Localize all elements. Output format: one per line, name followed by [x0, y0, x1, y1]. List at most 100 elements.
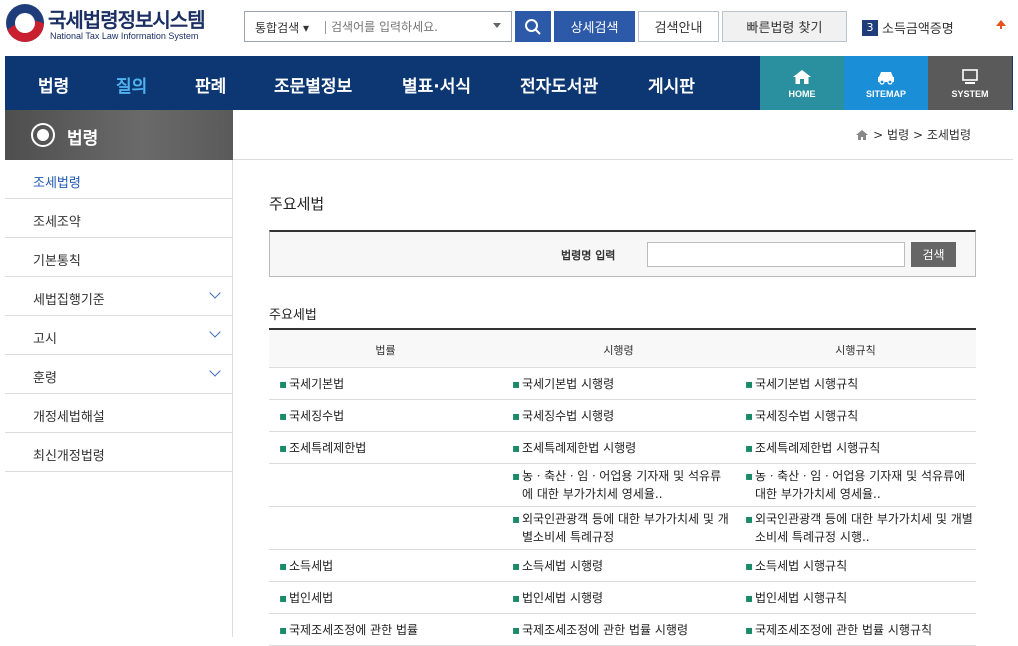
sidebar-item-tax-law[interactable]: 조세법령	[5, 160, 233, 199]
search-guide-button[interactable]: 검색안내	[638, 11, 719, 42]
law-link-label: 국세기본법 시행령	[522, 377, 615, 391]
law-link-decree[interactable]: ▪ 외국인관광객 등에 대한 부가가치세 및 개별소비세 특례규정	[512, 510, 732, 546]
law-link-law[interactable]: ▪ 국세기본법	[279, 375, 494, 393]
quick-law-button[interactable]: 빠른법령 찾기	[722, 11, 847, 42]
law-link-decree[interactable]: ▪ 농ㆍ축산ㆍ임ㆍ어업용 기자재 및 석유류에 대한 부가가치세 영세율..	[512, 467, 732, 503]
popular-keyword[interactable]: 3 소득금액증명	[862, 17, 954, 37]
sidebar-item-label: 조세조약	[33, 215, 81, 230]
breadcrumb-law[interactable]: 법령	[887, 128, 909, 142]
nav-article-info[interactable]: 조문별정보	[274, 72, 352, 97]
bullet-icon: ▪	[279, 559, 288, 573]
search-button[interactable]	[515, 11, 551, 42]
home-label: HOME	[788, 89, 816, 99]
table-row: ▪ 국세징수법 ▪ 국세징수법 시행령 ▪ 국세징수법 시행규칙	[269, 400, 976, 432]
bullet-icon: ▪	[745, 377, 754, 391]
law-link-label: 국제조세조정에 관한 법률	[289, 623, 419, 637]
law-link-rule[interactable]: ▪ 국세기본법 시행규칙	[745, 375, 973, 393]
law-link-rule[interactable]: ▪ 농ㆍ축산ㆍ임ㆍ어업용 기자재 및 석유류에 대한 부가가치세 영세율..	[745, 467, 973, 503]
chevron-down-icon[interactable]	[493, 23, 501, 28]
bullet-icon: ▪	[512, 591, 521, 605]
law-link-decree[interactable]: ▪ 소득세법 시행령	[512, 557, 732, 575]
sidebar-item-label: 훈령	[33, 371, 57, 386]
law-link-label: 국세기본법	[289, 377, 345, 391]
detail-search-button[interactable]: 상세검색	[554, 11, 635, 42]
nav-law[interactable]: 법령	[38, 72, 69, 97]
law-link-law[interactable]: ▪ 조세특례제한법	[279, 439, 494, 457]
rank-number-badge: 3	[862, 19, 878, 36]
law-link-rule[interactable]: ▪ 소득세법 시행규칙	[745, 557, 973, 575]
nav-appendix-forms[interactable]: 별표·서식	[402, 72, 471, 97]
law-link-law[interactable]: ▪ 국세징수법	[279, 407, 494, 425]
law-link-rule[interactable]: ▪ 외국인관광객 등에 대한 부가가치세 및 개별소비세 특례규정 시행..	[745, 510, 973, 546]
system-label: SYSTEM	[951, 89, 989, 99]
law-link-label: 국세징수법	[289, 409, 345, 423]
rank-keyword: 소득금액증명	[882, 22, 954, 37]
bullet-icon: ▪	[745, 512, 754, 526]
table-row: ▪ 국세기본법 ▪ 국세기본법 시행령 ▪ 국세기본법 시행규칙	[269, 368, 976, 400]
bullet-icon: ▪	[279, 623, 288, 637]
bullet-icon: ▪	[512, 441, 521, 455]
search-type-select[interactable]: 통합검색 ▾	[255, 19, 309, 36]
sidebar-item-enforcement-standard[interactable]: 세법집행기준	[5, 277, 233, 316]
sidebar-item-tax-treaty[interactable]: 조세조약	[5, 199, 233, 238]
home-icon[interactable]	[855, 129, 869, 141]
chevron-down-icon	[209, 365, 221, 377]
sitemap-button[interactable]: SITEMAP	[844, 56, 928, 110]
breadcrumb-current: 조세법령	[926, 128, 971, 142]
law-link-rule[interactable]: ▪ 법인세법 시행규칙	[745, 589, 973, 607]
law-link-law[interactable]: ▪ 법인세법	[279, 589, 494, 607]
sidebar-item-directive[interactable]: 훈령	[5, 355, 233, 394]
law-link-law[interactable]: ▪ 소득세법	[279, 557, 494, 575]
nav-precedent[interactable]: 판례	[195, 72, 226, 97]
breadcrumb: > 법령 > 조세법령	[855, 126, 971, 143]
home-button[interactable]: HOME	[760, 56, 844, 110]
bullet-icon: ▪	[512, 469, 521, 483]
sidebar-item-amendment-guide[interactable]: 개정세법해설	[5, 394, 233, 433]
bullet-icon: ▪	[745, 559, 754, 573]
law-link-law[interactable]: ▪ 국제조세조정에 관한 법률	[279, 621, 494, 639]
main-nav: 법령 질의 판례 조문별정보 별표·서식 전자도서관 게시판 HOME SITE…	[5, 56, 1013, 110]
law-link-rule[interactable]: ▪ 국제조세조정에 관한 법률 시행규칙	[745, 621, 973, 639]
sidebar-menu: 조세법령 조세조약 기본통칙 세법집행기준 고시 훈령 개정세법해설 최신개정법…	[5, 160, 233, 472]
breadcrumb-bar: > 법령 > 조세법령	[233, 110, 1013, 160]
nav-e-library[interactable]: 전자도서관	[520, 72, 598, 97]
site-logo[interactable]: 국세법령정보시스템 National Tax Law Information S…	[6, 4, 221, 44]
law-link-rule[interactable]: ▪ 국세징수법 시행규칙	[745, 407, 973, 425]
nav-board[interactable]: 게시판	[648, 72, 695, 97]
bullet-icon: ▪	[745, 409, 754, 423]
sidebar-item-basic-rules[interactable]: 기본통칙	[5, 238, 233, 277]
table-header: 법률 시행령 시행규칙	[269, 330, 976, 368]
law-link-rule[interactable]: ▪ 조세특례제한법 시행규칙	[745, 439, 973, 457]
search-input[interactable]	[331, 16, 481, 37]
law-search-button[interactable]: 검색	[911, 242, 956, 267]
sidebar-item-latest-amendments[interactable]: 최신개정법령	[5, 433, 233, 472]
law-link-label: 외국인관광객 등에 대한 부가가치세 및 개별소비세 특례규정	[522, 512, 729, 544]
law-link-label: 농ㆍ축산ㆍ임ㆍ어업용 기자재 및 석유류에 대한 부가가치세 영세율..	[522, 469, 722, 501]
bullet-icon: ▪	[512, 512, 521, 526]
law-link-label: 소득세법 시행규칙	[755, 559, 848, 573]
car-icon	[878, 72, 894, 85]
system-button[interactable]: SYSTEM	[928, 56, 1012, 110]
bullet-icon: ▪	[512, 409, 521, 423]
law-link-decree[interactable]: ▪ 국세기본법 시행령	[512, 375, 732, 393]
nav-inquiry[interactable]: 질의	[116, 72, 147, 97]
rank-up-arrow-icon	[996, 20, 1006, 29]
sidebar-item-label: 세법집행기준	[33, 293, 105, 308]
search-box: 통합검색 ▾	[244, 11, 512, 42]
table-row: ▪ 법인세법 ▪ 법인세법 시행령 ▪ 법인세법 시행규칙	[269, 582, 976, 614]
chevron-down-icon	[209, 326, 221, 338]
law-link-decree[interactable]: ▪ 법인세법 시행령	[512, 589, 732, 607]
table-row: ▪ 외국인관광객 등에 대한 부가가치세 및 개별소비세 특례규정 ▪ 외국인관광객 …	[269, 507, 976, 550]
sidebar-item-label: 최신개정법령	[33, 449, 105, 464]
law-link-label: 소득세법	[289, 559, 334, 573]
law-link-decree[interactable]: ▪ 국제조세조정에 관한 법률 시행령	[512, 621, 732, 639]
law-link-decree[interactable]: ▪ 조세특례제한법 시행령	[512, 439, 732, 457]
law-link-decree[interactable]: ▪ 국세징수법 시행령	[512, 407, 732, 425]
main-content: 주요세법 법령명 입력 검색 주요세법 법률 시행령 시행규칙 ▪ 국세기본법 ▪ 국…	[233, 160, 1013, 646]
logo-title: 국세법령정보시스템	[48, 8, 206, 32]
bullet-icon: ▪	[512, 559, 521, 573]
home-icon	[793, 70, 811, 84]
law-link-label: 법인세법 시행령	[522, 591, 604, 605]
law-name-input[interactable]	[647, 242, 905, 267]
sidebar-item-notice[interactable]: 고시	[5, 316, 233, 355]
